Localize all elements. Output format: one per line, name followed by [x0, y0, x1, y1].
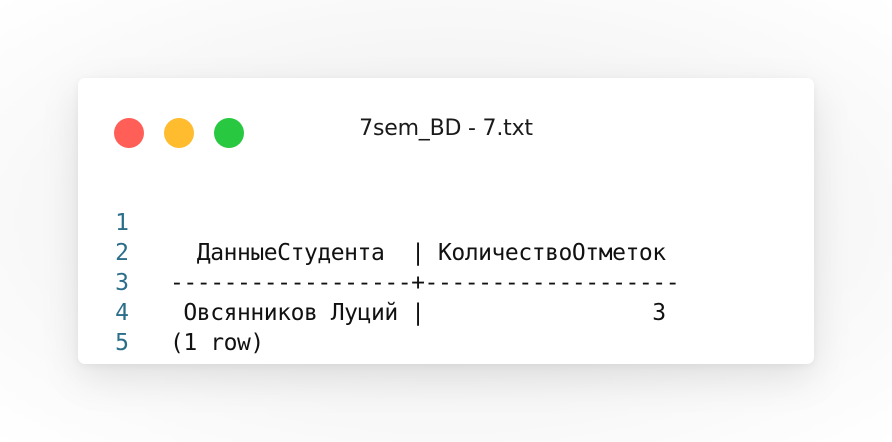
title-bar: 7sem_BD - 7.txt — [78, 78, 814, 168]
editor-line: 5 — [78, 298, 814, 356]
window-title: 7sem_BD - 7.txt — [359, 116, 533, 141]
text-editor[interactable]: 1 ДанныеСтудента | КоличествоОтметок 2 -… — [78, 178, 814, 356]
editor-window: 7sem_BD - 7.txt 1 ДанныеСтудента | Колич… — [78, 78, 814, 364]
editor-line: 1 ДанныеСтудента | КоличествоОтметок — [78, 178, 814, 266]
editor-line: 2 ------------------+------------------- — [78, 208, 814, 296]
line-number: 5 — [115, 330, 129, 356]
line-text: (1 row) — [170, 330, 264, 356]
editor-line: 4 (1 row) — [78, 268, 814, 356]
editor-line: 3 Овсянников Луций | 3 — [78, 238, 814, 326]
